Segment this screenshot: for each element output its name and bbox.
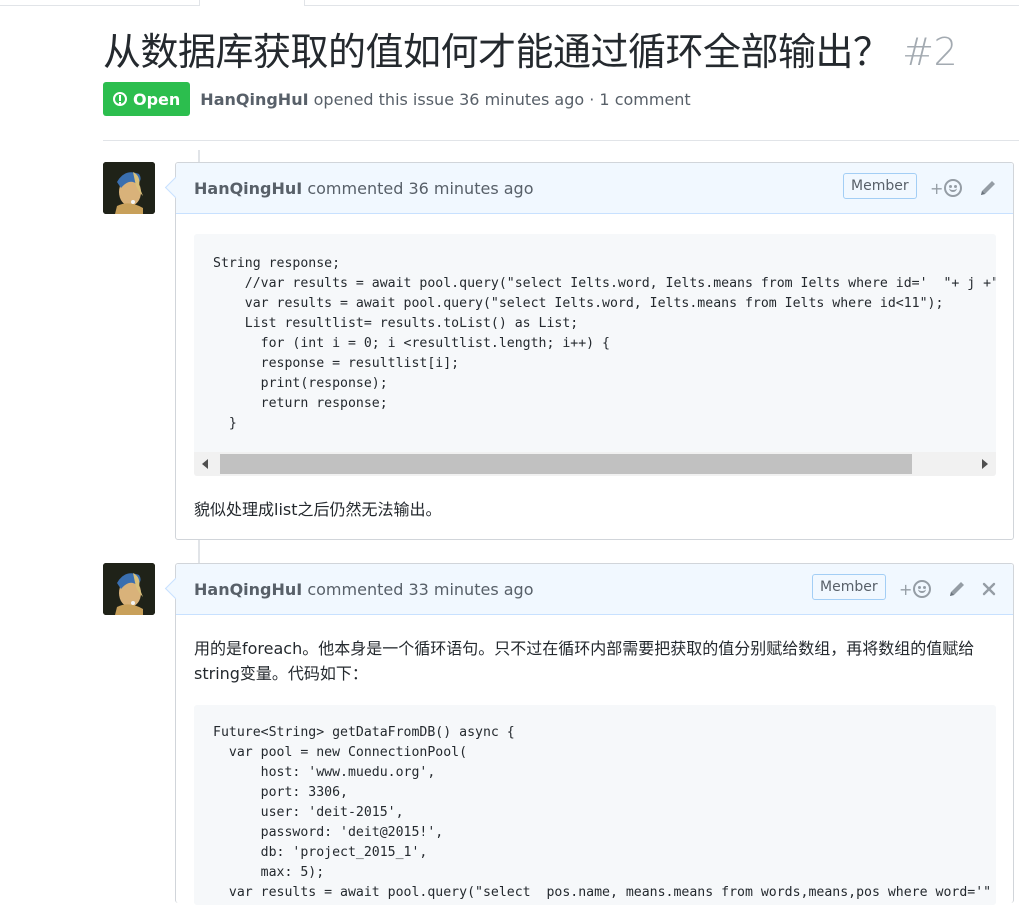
avatar[interactable]	[103, 162, 155, 214]
scroll-right-icon[interactable]	[982, 459, 988, 469]
state-badge: Open	[103, 82, 191, 116]
issue-title: 从数据库获取的值如何才能通过循环全部输出？ #2	[103, 25, 958, 79]
code-block: String response; //var results = await p…	[194, 234, 996, 476]
avatar-image	[103, 563, 155, 615]
avatar-image	[103, 162, 155, 214]
comment-timestamp[interactable]: commented 36 minutes ago	[302, 179, 533, 198]
comment: HanQingHuI commented 33 minutes ago Memb…	[164, 563, 1014, 905]
tab-divider	[0, 5, 199, 6]
comment-author-link[interactable]: HanQingHuI	[194, 580, 302, 599]
pencil-icon[interactable]	[977, 177, 999, 199]
issue-opened-icon	[113, 92, 127, 106]
comment-body-text: 貌似处理成list之后仍然无法输出。	[194, 500, 442, 519]
issue-author-link[interactable]: HanQingHuI	[200, 90, 308, 109]
smiley-icon	[944, 179, 963, 197]
issue-meta-text: HanQingHuI opened this issue 36 minutes …	[200, 90, 690, 109]
code-block: Future<String> getDataFromDB() async { v…	[194, 705, 996, 905]
comment-meta: HanQingHuI commented 36 minutes ago	[194, 163, 533, 214]
comment-caret	[164, 577, 187, 600]
tab-strip	[0, 0, 1019, 6]
selected-tab[interactable]	[199, 0, 305, 6]
member-badge: Member	[843, 173, 917, 199]
scroll-thumb[interactable]	[220, 454, 912, 474]
comment-header: HanQingHuI commented 33 minutes ago Memb…	[164, 564, 1013, 615]
smiley-icon	[913, 580, 932, 598]
state-label: Open	[133, 89, 181, 109]
member-badge: Member	[812, 574, 886, 600]
add-reaction-button[interactable]: +	[899, 578, 932, 600]
issue-title-text: 从数据库获取的值如何才能通过循环全部输出？	[103, 30, 891, 74]
header-divider	[103, 140, 1019, 141]
comment-caret	[164, 176, 187, 199]
horizontal-scrollbar[interactable]	[194, 452, 996, 476]
comment: HanQingHuI commented 36 minutes ago Memb…	[164, 162, 1014, 540]
issue-opened-text: opened this issue 36 minutes ago · 1 com…	[308, 89, 691, 109]
comment-author-link[interactable]: HanQingHuI	[194, 179, 302, 198]
code-content: Future<String> getDataFromDB() async { v…	[213, 725, 992, 900]
pencil-icon[interactable]	[946, 578, 968, 600]
issue-meta: Open HanQingHuI opened this issue 36 min…	[103, 82, 691, 116]
comment-header: HanQingHuI commented 36 minutes ago Memb…	[164, 163, 1013, 214]
avatar[interactable]	[103, 563, 155, 615]
comment-timestamp[interactable]: commented 33 minutes ago	[302, 580, 533, 599]
scroll-left-icon[interactable]	[202, 459, 208, 469]
close-icon[interactable]	[978, 578, 1000, 600]
add-reaction-button[interactable]: +	[930, 177, 963, 199]
tab-divider	[304, 5, 1019, 6]
comment-meta: HanQingHuI commented 33 minutes ago	[194, 564, 533, 615]
issue-number: #2	[902, 30, 958, 74]
comment-body-text: 用的是foreach。他本身是一个循环语句。只不过在循环内部需要把获取的值分别赋…	[194, 639, 975, 683]
timeline-line	[198, 540, 200, 564]
code-content: String response; //var results = await p…	[213, 256, 996, 431]
